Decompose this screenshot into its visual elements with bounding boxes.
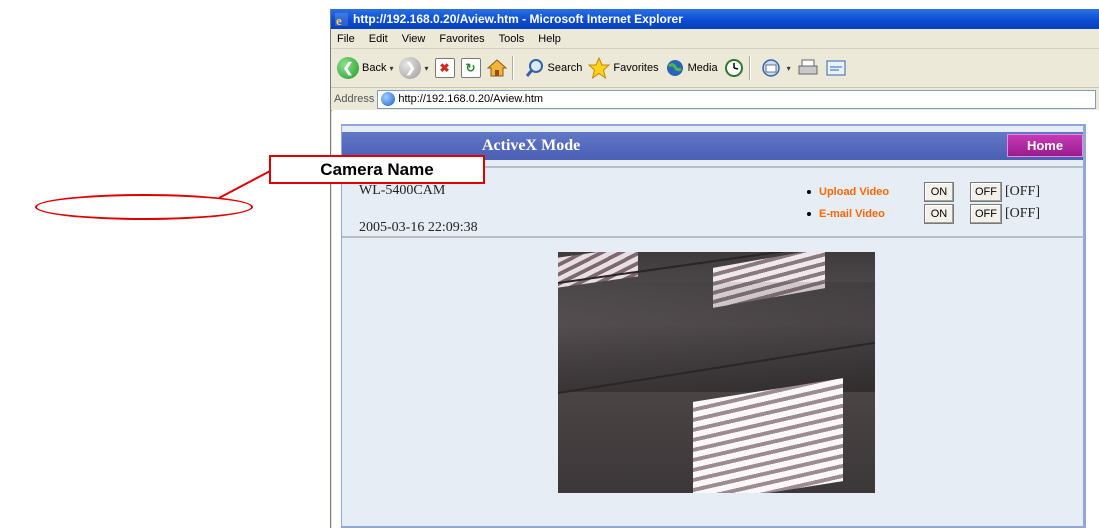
- address-input[interactable]: http://192.168.0.20/Aview.htm: [377, 89, 1096, 109]
- page-globe-icon: [381, 92, 396, 106]
- printer-icon: [797, 58, 819, 78]
- callout-ellipse: [35, 194, 253, 220]
- mail-dropdown-icon[interactable]: ▾: [787, 64, 791, 73]
- email-video-off-button[interactable]: OFF: [970, 204, 1002, 224]
- home-button[interactable]: Home: [1007, 134, 1083, 157]
- toolbar-separator: [511, 56, 514, 80]
- upload-video-state: [OFF]: [1005, 184, 1041, 199]
- bullet-icon: [807, 190, 811, 194]
- forward-arrow-icon: ❯: [399, 57, 422, 79]
- address-url: http://192.168.0.20/Aview.htm: [398, 93, 544, 105]
- back-label: Back: [362, 62, 387, 74]
- menu-view[interactable]: View: [395, 33, 433, 45]
- star-icon: [588, 56, 611, 80]
- refresh-icon: ↻: [460, 58, 481, 78]
- upload-video-row: Upload Video ON OFF [OFF]: [807, 181, 1040, 203]
- home-toolbar-button[interactable]: [486, 58, 507, 78]
- toolbar: ❮ Back ▾ ❯ ▾ ✖ ↻ Search Favorites Media …: [331, 49, 1099, 88]
- back-dropdown-icon[interactable]: ▾: [389, 64, 393, 73]
- search-label: Search: [547, 62, 583, 74]
- search-button[interactable]: Search: [525, 58, 583, 78]
- edit-page-icon: [825, 58, 847, 78]
- menu-file[interactable]: File: [331, 33, 362, 45]
- back-button[interactable]: ❮ Back ▾: [337, 57, 393, 79]
- video-window-light: [693, 378, 843, 493]
- media-label: Media: [687, 62, 718, 74]
- mail-button[interactable]: ▾: [761, 58, 791, 78]
- email-video-link[interactable]: E-mail Video: [819, 208, 924, 220]
- mail-envelope-icon: [761, 58, 784, 78]
- back-arrow-icon: ❮: [337, 57, 359, 79]
- title-bar: e http://192.168.0.20/Aview.htm - Micros…: [331, 9, 1099, 29]
- forward-button[interactable]: ❯ ▾: [399, 57, 429, 79]
- menu-edit[interactable]: Edit: [362, 33, 395, 45]
- refresh-button[interactable]: ↻: [460, 58, 481, 78]
- media-button[interactable]: Media: [665, 58, 718, 78]
- stop-icon: ✖: [434, 58, 455, 78]
- menu-help[interactable]: Help: [531, 33, 568, 45]
- camera-timestamp: 2005-03-16 22:09:38: [359, 220, 478, 235]
- svg-text:e: e: [336, 13, 342, 26]
- history-clock-icon: [724, 58, 744, 78]
- favorites-label: Favorites: [613, 62, 659, 74]
- favorites-button[interactable]: Favorites: [588, 56, 659, 80]
- email-video-row: E-mail Video ON OFF [OFF]: [807, 203, 1040, 225]
- upload-video-on-button[interactable]: ON: [924, 182, 954, 202]
- window-title: http://192.168.0.20/Aview.htm - Microsof…: [353, 12, 683, 26]
- camera-panel: ActiveX Mode Home WL-5400CAM 2005-03-16 …: [342, 126, 1083, 526]
- bullet-icon: [807, 212, 811, 216]
- media-globe-icon: [665, 58, 685, 78]
- camera-video-feed: [558, 252, 875, 493]
- address-bar: Address http://192.168.0.20/Aview.htm: [331, 88, 1099, 111]
- toolbar-separator: [748, 56, 751, 80]
- mode-title: ActiveX Mode: [482, 137, 581, 154]
- history-button[interactable]: [724, 58, 744, 78]
- print-button[interactable]: [797, 58, 819, 78]
- ie-logo-icon: e: [335, 12, 348, 28]
- stop-button[interactable]: ✖: [434, 58, 455, 78]
- camera-name: WL-5400CAM: [359, 183, 446, 198]
- upload-video-off-button[interactable]: OFF: [970, 182, 1002, 202]
- video-shadow: [558, 282, 875, 392]
- menu-bar: File Edit View Favorites Tools Help: [331, 29, 1099, 49]
- callout-label: Camera Name: [269, 155, 485, 184]
- email-video-state: [OFF]: [1005, 206, 1041, 221]
- menu-favorites[interactable]: Favorites: [432, 33, 491, 45]
- browser-window: e http://192.168.0.20/Aview.htm - Micros…: [330, 9, 1099, 528]
- address-label: Address: [334, 93, 375, 105]
- forward-dropdown-icon[interactable]: ▾: [424, 64, 428, 73]
- edit-button[interactable]: [825, 58, 847, 78]
- menu-tools[interactable]: Tools: [492, 33, 532, 45]
- home-icon: [486, 58, 507, 78]
- upload-video-link[interactable]: Upload Video: [819, 186, 924, 198]
- info-divider: [342, 236, 1083, 238]
- search-icon: [525, 58, 545, 78]
- email-video-on-button[interactable]: ON: [924, 204, 954, 224]
